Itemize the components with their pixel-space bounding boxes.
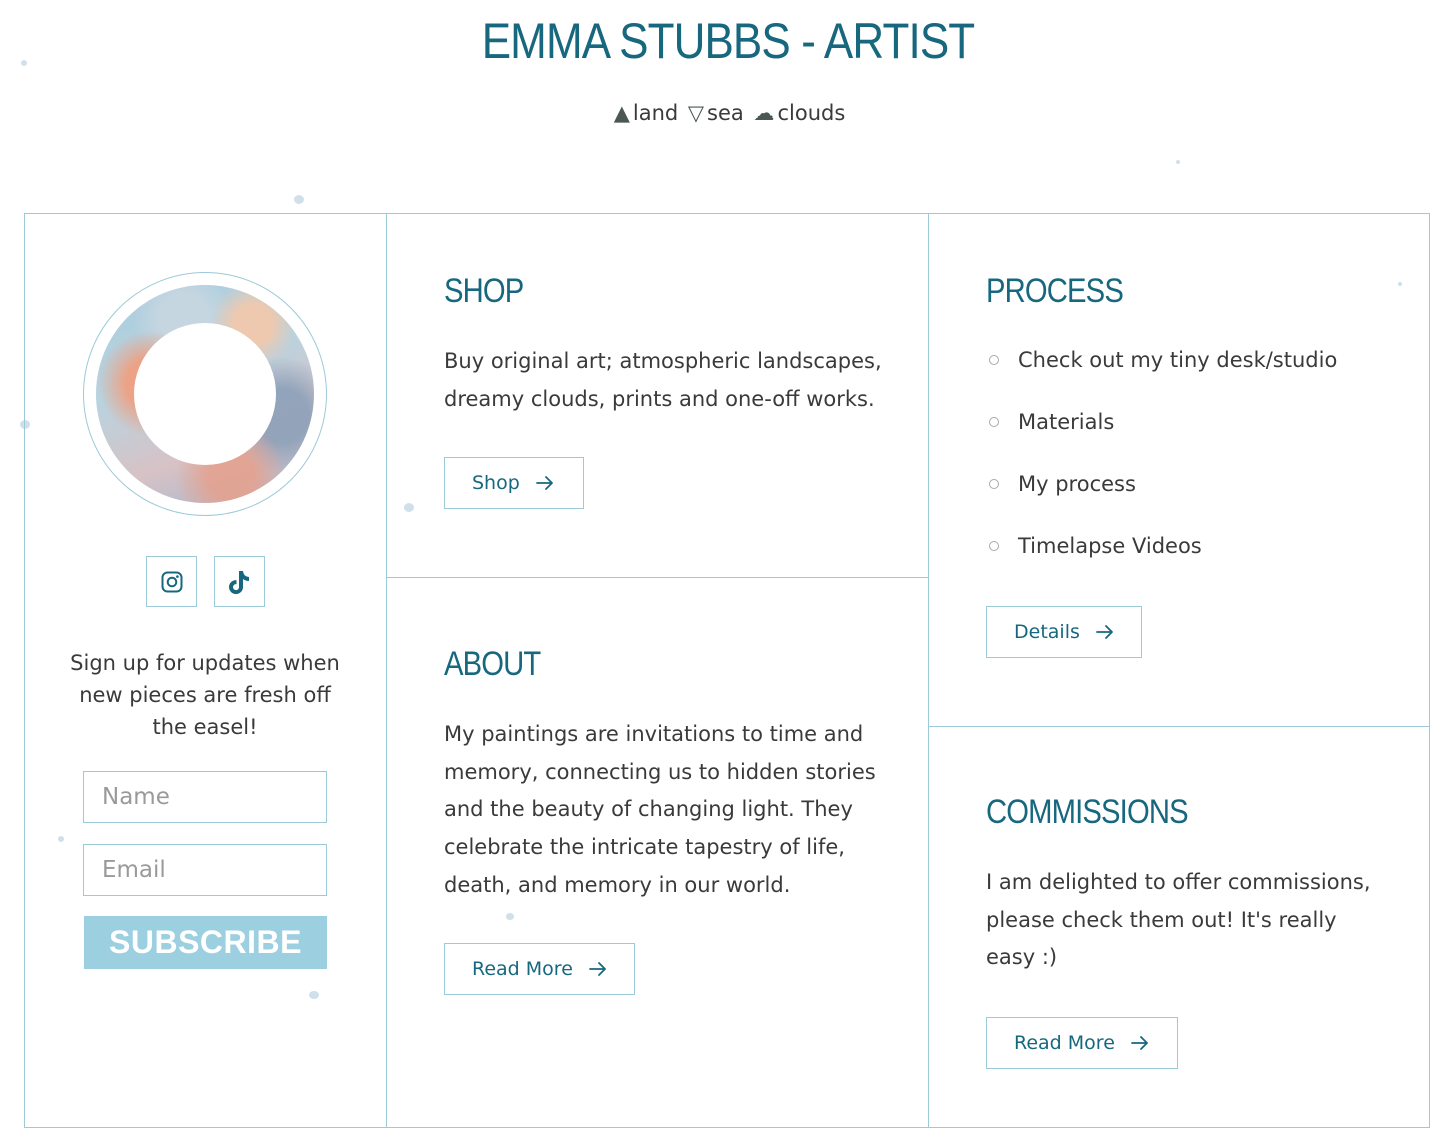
- shop-panel: SHOP Buy original art; atmospheric lands…: [387, 214, 928, 578]
- details-button-label: Details: [1014, 621, 1080, 643]
- sidebar-panel: Sign up for updates when new pieces are …: [25, 214, 387, 1127]
- tagline-land: land: [632, 101, 679, 125]
- subscribe-button[interactable]: SUBSCRIBE: [84, 916, 327, 969]
- cloud-icon: ☁: [753, 101, 775, 125]
- site-title: EMMA STUBBS - ARTIST: [481, 13, 975, 69]
- process-item-label: Timelapse Videos: [1018, 534, 1202, 558]
- about-heading: ABOUT: [444, 645, 541, 683]
- instagram-button[interactable]: [146, 556, 197, 607]
- land-triangle-icon: ▲: [613, 101, 630, 125]
- circle-bullet-icon: [989, 541, 999, 551]
- circle-bullet-icon: [989, 355, 999, 365]
- commissions-heading: COMMISSIONS: [986, 793, 1189, 831]
- arrow-right-icon: [588, 961, 607, 977]
- process-item-label: My process: [1018, 472, 1136, 496]
- arrow-right-icon: [1095, 624, 1114, 640]
- shop-button[interactable]: Shop: [444, 457, 584, 509]
- about-text: My paintings are invitations to time and…: [444, 722, 876, 897]
- arrow-right-icon: [535, 475, 554, 491]
- shop-heading: SHOP: [444, 272, 524, 310]
- details-button[interactable]: Details: [986, 606, 1142, 658]
- process-item-timelapse[interactable]: Timelapse Videos: [986, 530, 1337, 592]
- shop-text: Buy original art; atmospheric landscapes…: [444, 349, 882, 411]
- shop-button-label: Shop: [472, 472, 520, 494]
- avatar: [96, 285, 314, 503]
- process-panel: PROCESS Check out my tiny desk/studio Ma…: [928, 214, 1429, 727]
- sea-triangle-icon: ▽: [687, 101, 705, 125]
- decor-dot: [1176, 160, 1180, 164]
- tagline: ▲ land ▽ sea ☁ clouds: [0, 101, 1456, 125]
- commissions-button-label: Read More: [1014, 1032, 1115, 1054]
- tagline-clouds: clouds: [777, 101, 846, 125]
- commissions-text: I am delighted to offer commissions, ple…: [986, 870, 1371, 970]
- arrow-right-icon: [1130, 1035, 1149, 1051]
- process-item-studio[interactable]: Check out my tiny desk/studio: [986, 344, 1337, 406]
- commissions-read-more-button[interactable]: Read More: [986, 1017, 1178, 1069]
- content-grid: Sign up for updates when new pieces are …: [24, 213, 1430, 1128]
- about-read-more-button[interactable]: Read More: [444, 943, 635, 995]
- signup-text: Sign up for updates when new pieces are …: [70, 651, 340, 739]
- process-list: Check out my tiny desk/studio Materials …: [986, 344, 1337, 592]
- instagram-icon: [161, 571, 182, 592]
- process-item-label: Check out my tiny desk/studio: [1018, 348, 1338, 372]
- about-panel: ABOUT My paintings are invitations to ti…: [387, 578, 928, 1127]
- process-item-materials[interactable]: Materials: [986, 406, 1337, 468]
- avatar-ring: [83, 272, 327, 516]
- tagline-sea: sea: [707, 101, 744, 125]
- process-item-my-process[interactable]: My process: [986, 468, 1337, 530]
- decor-dot: [21, 60, 27, 66]
- process-item-label: Materials: [1018, 410, 1115, 434]
- commissions-panel: COMMISSIONS I am delighted to offer comm…: [928, 727, 1429, 1127]
- process-heading: PROCESS: [986, 272, 1124, 310]
- decor-dot: [294, 195, 304, 204]
- circle-bullet-icon: [989, 479, 999, 489]
- avatar-center: [134, 323, 276, 465]
- email-field[interactable]: [83, 844, 327, 896]
- tiktok-icon: [228, 570, 249, 594]
- name-field[interactable]: [83, 771, 327, 823]
- tiktok-button[interactable]: [214, 556, 265, 607]
- about-button-label: Read More: [472, 958, 573, 980]
- circle-bullet-icon: [989, 417, 999, 427]
